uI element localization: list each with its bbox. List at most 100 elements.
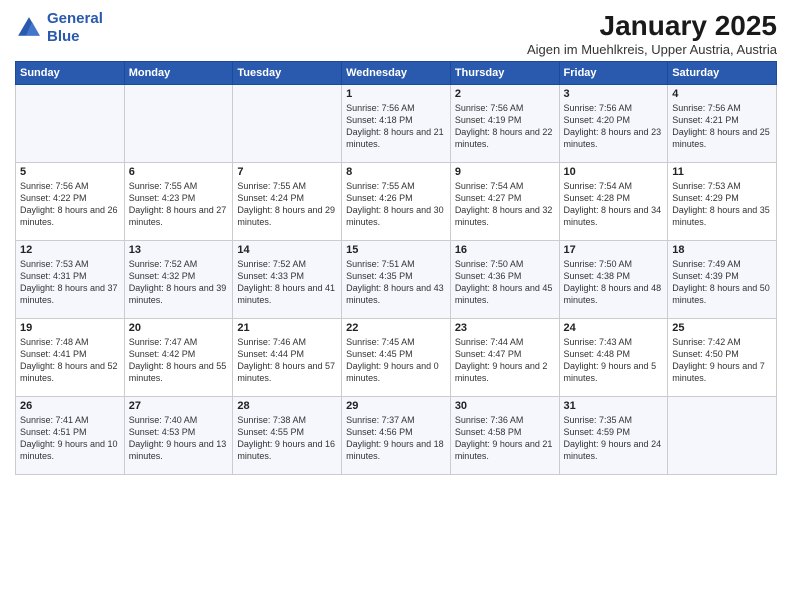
day-info: Sunrise: 7:41 AM Sunset: 4:51 PM Dayligh… <box>20 414 120 463</box>
calendar-cell: 19 Sunrise: 7:48 AM Sunset: 4:41 PM Dayli… <box>16 319 125 397</box>
weekday-header-friday: Friday <box>559 62 668 85</box>
day-number: 17 <box>564 244 664 256</box>
calendar-cell: 20Sunrise: 7:47 AM Sunset: 4:42 PM Dayli… <box>124 319 233 397</box>
calendar-cell: 27 Sunrise: 7:40 AM Sunset: 4:53 PM Dayli… <box>124 397 233 475</box>
header: General Blue January 2025 Aigen im Muehl… <box>15 10 777 57</box>
weekday-header-monday: Monday <box>124 62 233 85</box>
day-info: Sunrise: 7:50 AM Sunset: 4:38 PM Dayligh… <box>564 258 664 307</box>
calendar-cell: 24 Sunrise: 7:43 AM Sunset: 4:48 PM Dayli… <box>559 319 668 397</box>
day-number: 12 <box>20 244 120 256</box>
calendar-cell: 6Sunrise: 7:55 AM Sunset: 4:23 PM Daylig… <box>124 163 233 241</box>
day-number: 19 <box>20 322 120 334</box>
day-info: Sunrise: 7:56 AM Sunset: 4:18 PM Dayligh… <box>346 102 446 151</box>
calendar-cell: 26Sunrise: 7:41 AM Sunset: 4:51 PM Dayli… <box>16 397 125 475</box>
weekday-header-wednesday: Wednesday <box>342 62 451 85</box>
day-info: Sunrise: 7:56 AM Sunset: 4:22 PM Dayligh… <box>20 180 120 229</box>
calendar-cell: 3 Sunrise: 7:56 AM Sunset: 4:20 PM Daylig… <box>559 85 668 163</box>
calendar-cell: 25 Sunrise: 7:42 AM Sunset: 4:50 PM Dayli… <box>668 319 777 397</box>
calendar-cell: 2Sunrise: 7:56 AM Sunset: 4:19 PM Daylig… <box>450 85 559 163</box>
day-number: 24 <box>564 322 664 334</box>
weekday-header-sunday: Sunday <box>16 62 125 85</box>
day-info: Sunrise: 7:52 AM Sunset: 4:32 PM Dayligh… <box>129 258 229 307</box>
day-info: Sunrise: 7:55 AM Sunset: 4:26 PM Dayligh… <box>346 180 446 229</box>
day-info: Sunrise: 7:55 AM Sunset: 4:24 PM Dayligh… <box>237 180 337 229</box>
day-number: 9 <box>455 166 555 178</box>
logo: General Blue <box>15 10 103 46</box>
week-row-4: 26Sunrise: 7:41 AM Sunset: 4:51 PM Dayli… <box>16 397 777 475</box>
weekday-header-saturday: Saturday <box>668 62 777 85</box>
calendar-cell: 10Sunrise: 7:54 AM Sunset: 4:28 PM Dayli… <box>559 163 668 241</box>
day-info: Sunrise: 7:46 AM Sunset: 4:44 PM Dayligh… <box>237 336 337 385</box>
calendar-cell: 21 Sunrise: 7:46 AM Sunset: 4:44 PM Dayli… <box>233 319 342 397</box>
calendar-cell <box>668 397 777 475</box>
day-number: 8 <box>346 166 446 178</box>
logo-text: General Blue <box>47 10 103 46</box>
day-info: Sunrise: 7:56 AM Sunset: 4:21 PM Dayligh… <box>672 102 772 151</box>
day-number: 18 <box>672 244 772 256</box>
calendar-cell: 22 Sunrise: 7:45 AM Sunset: 4:45 PM Dayli… <box>342 319 451 397</box>
calendar-table: SundayMondayTuesdayWednesdayThursdayFrid… <box>15 61 777 475</box>
calendar-cell <box>124 85 233 163</box>
calendar-cell: 12Sunrise: 7:53 AM Sunset: 4:31 PM Dayli… <box>16 241 125 319</box>
calendar-cell: 23Sunrise: 7:44 AM Sunset: 4:47 PM Dayli… <box>450 319 559 397</box>
day-info: Sunrise: 7:40 AM Sunset: 4:53 PM Dayligh… <box>129 414 229 463</box>
day-number: 21 <box>237 322 337 334</box>
day-info: Sunrise: 7:42 AM Sunset: 4:50 PM Dayligh… <box>672 336 772 385</box>
day-number: 1 <box>346 88 446 100</box>
logo-icon <box>15 14 43 42</box>
day-info: Sunrise: 7:55 AM Sunset: 4:23 PM Dayligh… <box>129 180 229 229</box>
day-number: 13 <box>129 244 229 256</box>
day-info: Sunrise: 7:56 AM Sunset: 4:19 PM Dayligh… <box>455 102 555 151</box>
day-number: 5 <box>20 166 120 178</box>
day-number: 27 <box>129 400 229 412</box>
calendar-cell: 7 Sunrise: 7:55 AM Sunset: 4:24 PM Daylig… <box>233 163 342 241</box>
calendar-cell: 16 Sunrise: 7:50 AM Sunset: 4:36 PM Dayli… <box>450 241 559 319</box>
day-info: Sunrise: 7:43 AM Sunset: 4:48 PM Dayligh… <box>564 336 664 385</box>
weekday-header-thursday: Thursday <box>450 62 559 85</box>
day-info: Sunrise: 7:47 AM Sunset: 4:42 PM Dayligh… <box>129 336 229 385</box>
week-row-1: 5 Sunrise: 7:56 AM Sunset: 4:22 PM Daylig… <box>16 163 777 241</box>
calendar-cell: 17 Sunrise: 7:50 AM Sunset: 4:38 PM Dayli… <box>559 241 668 319</box>
calendar-cell: 5 Sunrise: 7:56 AM Sunset: 4:22 PM Daylig… <box>16 163 125 241</box>
day-info: Sunrise: 7:50 AM Sunset: 4:36 PM Dayligh… <box>455 258 555 307</box>
day-info: Sunrise: 7:52 AM Sunset: 4:33 PM Dayligh… <box>237 258 337 307</box>
day-info: Sunrise: 7:56 AM Sunset: 4:20 PM Dayligh… <box>564 102 664 151</box>
day-number: 31 <box>564 400 664 412</box>
day-info: Sunrise: 7:48 AM Sunset: 4:41 PM Dayligh… <box>20 336 120 385</box>
day-number: 29 <box>346 400 446 412</box>
page-subtitle: Aigen im Muehlkreis, Upper Austria, Aust… <box>527 42 777 57</box>
day-number: 14 <box>237 244 337 256</box>
day-info: Sunrise: 7:45 AM Sunset: 4:45 PM Dayligh… <box>346 336 446 385</box>
day-number: 25 <box>672 322 772 334</box>
day-info: Sunrise: 7:49 AM Sunset: 4:39 PM Dayligh… <box>672 258 772 307</box>
day-info: Sunrise: 7:51 AM Sunset: 4:35 PM Dayligh… <box>346 258 446 307</box>
calendar-cell <box>16 85 125 163</box>
calendar-cell: 30Sunrise: 7:36 AM Sunset: 4:58 PM Dayli… <box>450 397 559 475</box>
week-row-2: 12Sunrise: 7:53 AM Sunset: 4:31 PM Dayli… <box>16 241 777 319</box>
day-number: 3 <box>564 88 664 100</box>
day-number: 22 <box>346 322 446 334</box>
day-info: Sunrise: 7:35 AM Sunset: 4:59 PM Dayligh… <box>564 414 664 463</box>
day-info: Sunrise: 7:38 AM Sunset: 4:55 PM Dayligh… <box>237 414 337 463</box>
day-info: Sunrise: 7:44 AM Sunset: 4:47 PM Dayligh… <box>455 336 555 385</box>
day-number: 28 <box>237 400 337 412</box>
day-number: 11 <box>672 166 772 178</box>
calendar-cell: 15 Sunrise: 7:51 AM Sunset: 4:35 PM Dayli… <box>342 241 451 319</box>
day-number: 15 <box>346 244 446 256</box>
day-info: Sunrise: 7:37 AM Sunset: 4:56 PM Dayligh… <box>346 414 446 463</box>
calendar-cell <box>233 85 342 163</box>
calendar-cell: 13 Sunrise: 7:52 AM Sunset: 4:32 PM Dayli… <box>124 241 233 319</box>
day-number: 4 <box>672 88 772 100</box>
day-info: Sunrise: 7:36 AM Sunset: 4:58 PM Dayligh… <box>455 414 555 463</box>
calendar-cell: 11 Sunrise: 7:53 AM Sunset: 4:29 PM Dayli… <box>668 163 777 241</box>
day-number: 7 <box>237 166 337 178</box>
day-info: Sunrise: 7:54 AM Sunset: 4:27 PM Dayligh… <box>455 180 555 229</box>
calendar-cell: 1 Sunrise: 7:56 AM Sunset: 4:18 PM Daylig… <box>342 85 451 163</box>
day-info: Sunrise: 7:53 AM Sunset: 4:29 PM Dayligh… <box>672 180 772 229</box>
title-block: January 2025 Aigen im Muehlkreis, Upper … <box>527 10 777 57</box>
calendar-cell: 28 Sunrise: 7:38 AM Sunset: 4:55 PM Dayli… <box>233 397 342 475</box>
calendar-cell: 8 Sunrise: 7:55 AM Sunset: 4:26 PM Daylig… <box>342 163 451 241</box>
calendar-cell: 9 Sunrise: 7:54 AM Sunset: 4:27 PM Daylig… <box>450 163 559 241</box>
week-row-0: 1 Sunrise: 7:56 AM Sunset: 4:18 PM Daylig… <box>16 85 777 163</box>
day-number: 16 <box>455 244 555 256</box>
